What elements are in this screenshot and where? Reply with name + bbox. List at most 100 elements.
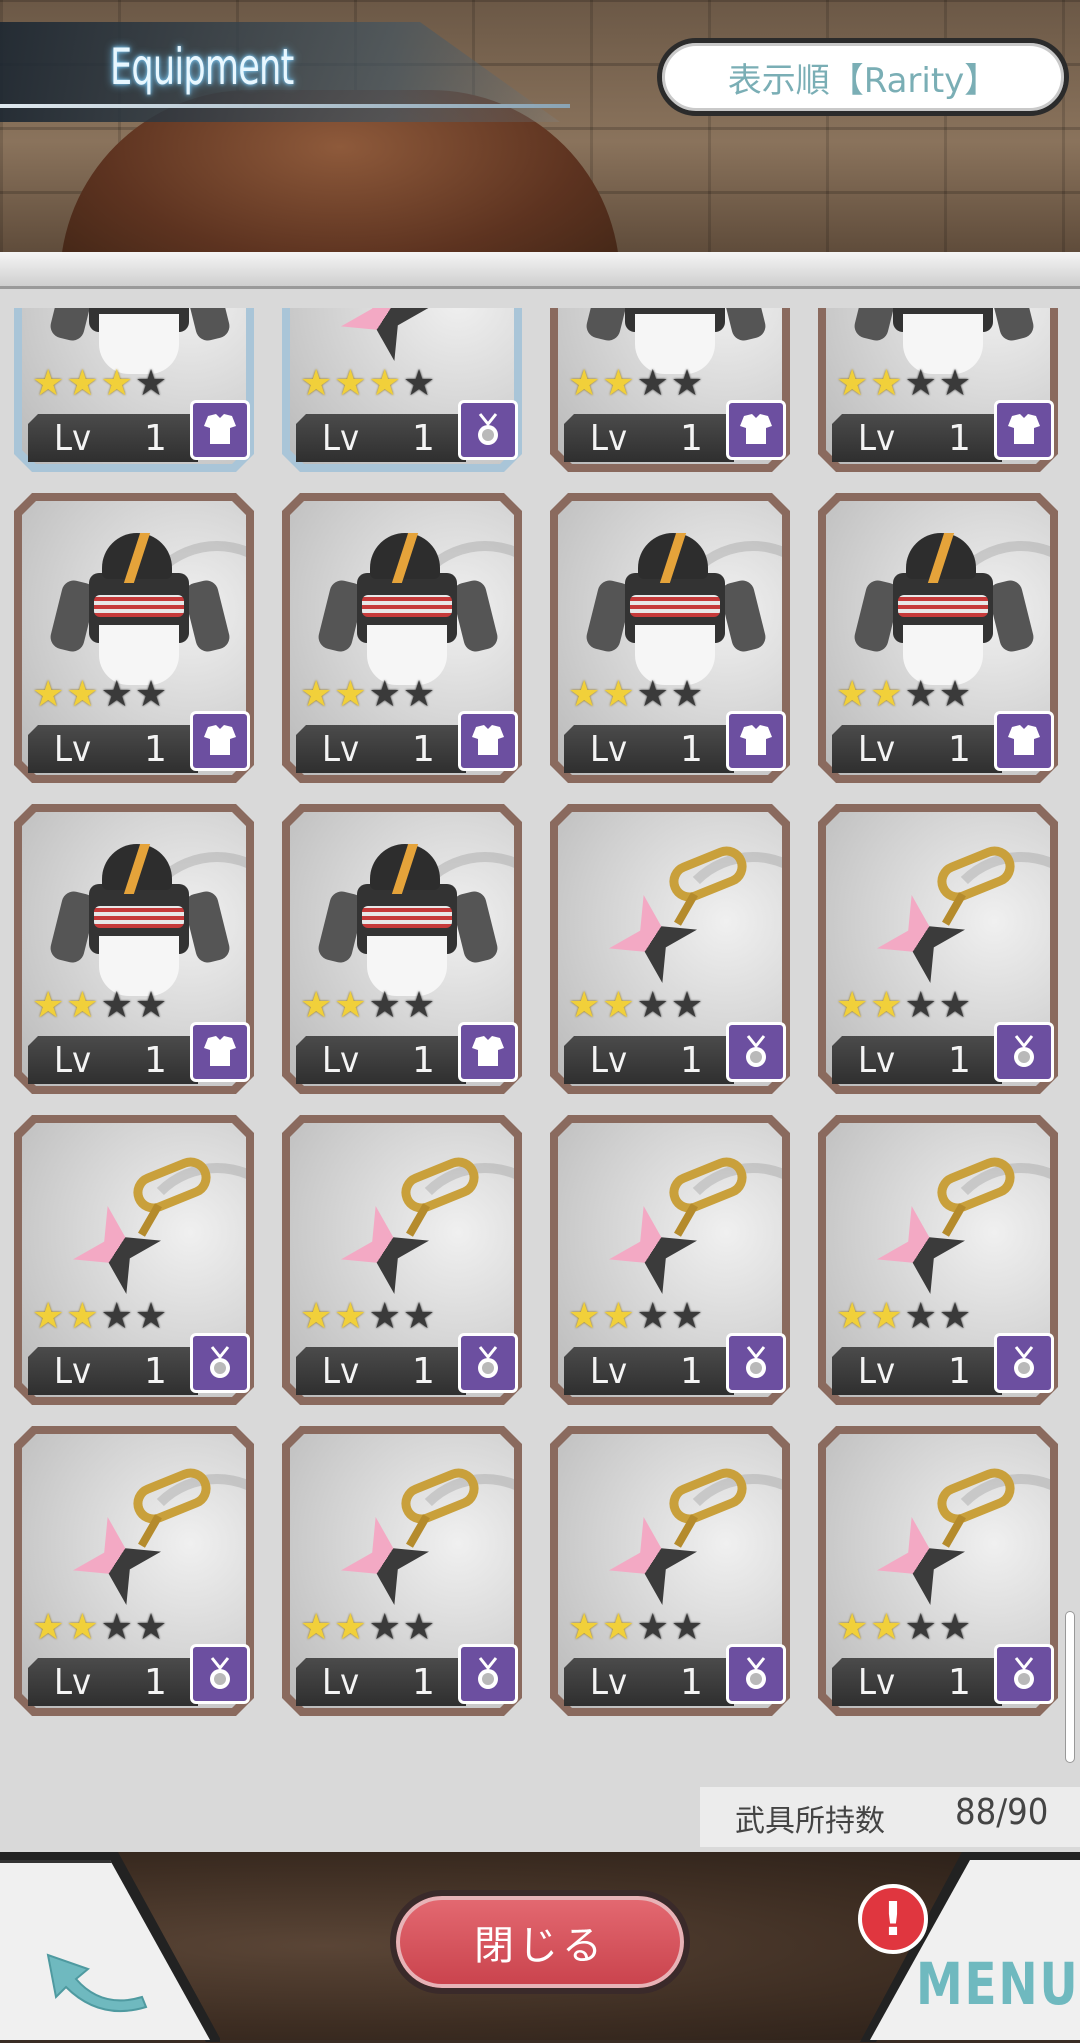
rarity-star-icon: ★ bbox=[300, 674, 333, 715]
rarity-star-icon: ★ bbox=[334, 985, 367, 1026]
rarity-star-icon: ★ bbox=[134, 1607, 168, 1648]
equipment-card[interactable]: ★ ★ ★ ★ Lv 1 bbox=[282, 1115, 522, 1405]
level-value: 1 bbox=[948, 729, 971, 770]
panel-top-edge bbox=[0, 252, 1080, 289]
equipment-card[interactable]: ★ ★ ★ ★ Lv 1 bbox=[550, 1426, 790, 1716]
equipment-card[interactable]: ★ ★ ★ ★ Lv 1 bbox=[550, 804, 790, 1094]
equipment-card[interactable]: ★ ★ ★ ★ Lv 1 bbox=[14, 804, 254, 1094]
rarity-star-icon: ★ bbox=[568, 674, 601, 715]
rarity-stars: ★ ★ ★ ★ bbox=[300, 1297, 500, 1337]
accessory-slot-icon bbox=[458, 1333, 518, 1393]
rarity-star-icon: ★ bbox=[134, 363, 168, 404]
rarity-star-icon: ★ bbox=[938, 674, 972, 715]
level-value: 1 bbox=[680, 1040, 703, 1081]
shuriken-charm-art bbox=[590, 840, 760, 994]
equipment-card[interactable]: ★ ★ ★ ★ Lv 1 bbox=[14, 1115, 254, 1405]
equipment-card[interactable]: ★ ★ ★ ★ Lv 1 bbox=[14, 308, 254, 472]
level-label: Lv bbox=[590, 418, 628, 459]
level-label: Lv bbox=[54, 1040, 92, 1081]
equipment-card[interactable]: ★ ★ ★ ★ Lv 1 bbox=[282, 804, 522, 1094]
equipment-grid[interactable]: ★ ★ ★ ★ Lv 1 ★ ★ ★ ★ Lv 1 ★ ★ ★ ★ Lv 1 ★ ★ ★ ★ Lv 1 ★ ★ ★ ★ Lv 1 ★ ★ ★ ★ L… bbox=[0, 308, 1080, 1788]
equipment-card[interactable]: ★ ★ ★ ★ Lv 1 bbox=[818, 493, 1058, 783]
rarity-star-icon: ★ bbox=[602, 985, 635, 1026]
equipment-card[interactable]: ★ ★ ★ ★ Lv 1 bbox=[818, 1426, 1058, 1716]
rarity-star-icon: ★ bbox=[368, 1296, 401, 1337]
rarity-star-icon: ★ bbox=[836, 1607, 869, 1648]
equipment-card[interactable]: ★ ★ ★ ★ Lv 1 bbox=[282, 1426, 522, 1716]
rarity-star-icon: ★ bbox=[670, 674, 704, 715]
rarity-stars: ★ ★ ★ ★ bbox=[836, 364, 1036, 404]
armor-slot-icon bbox=[458, 711, 518, 771]
sort-order-button[interactable]: 表示順【Rarity】 bbox=[657, 38, 1069, 116]
armor-slot-icon bbox=[190, 400, 250, 460]
rarity-star-icon: ★ bbox=[402, 1607, 436, 1648]
level-label: Lv bbox=[54, 418, 92, 459]
equipment-card[interactable]: ★ ★ ★ ★ Lv 1 bbox=[282, 308, 522, 472]
page-title: Equipment bbox=[110, 38, 294, 96]
ninja-armor-art bbox=[312, 844, 502, 1004]
accessory-slot-icon bbox=[726, 1022, 786, 1082]
rarity-star-icon: ★ bbox=[568, 363, 601, 404]
level-value: 1 bbox=[144, 1662, 167, 1703]
level-value: 1 bbox=[412, 729, 435, 770]
level-label: Lv bbox=[322, 418, 360, 459]
back-arrow-icon[interactable] bbox=[42, 1935, 152, 2015]
rarity-star-icon: ★ bbox=[402, 1296, 436, 1337]
rarity-stars: ★ ★ ★ ★ bbox=[836, 1297, 1036, 1337]
rarity-star-icon: ★ bbox=[870, 1296, 903, 1337]
equipment-card[interactable]: ★ ★ ★ ★ Lv 1 bbox=[818, 1115, 1058, 1405]
equipment-card[interactable]: ★ ★ ★ ★ Lv 1 bbox=[818, 308, 1058, 472]
rarity-star-icon: ★ bbox=[134, 985, 168, 1026]
equipment-card[interactable]: ★ ★ ★ ★ Lv 1 bbox=[818, 804, 1058, 1094]
accessory-slot-icon bbox=[726, 1644, 786, 1704]
rarity-stars: ★ ★ ★ ★ bbox=[836, 675, 1036, 715]
rarity-star-icon: ★ bbox=[100, 363, 133, 404]
level-value: 1 bbox=[144, 418, 167, 459]
scrollbar-thumb[interactable] bbox=[1066, 1612, 1074, 1762]
equipment-card[interactable]: ★ ★ ★ ★ Lv 1 bbox=[550, 493, 790, 783]
ninja-armor-art bbox=[312, 533, 502, 693]
rarity-star-icon: ★ bbox=[870, 1607, 903, 1648]
level-label: Lv bbox=[858, 1040, 896, 1081]
rarity-star-icon: ★ bbox=[670, 1296, 704, 1337]
rarity-stars: ★ ★ ★ ★ bbox=[32, 1297, 232, 1337]
menu-button[interactable]: MENU bbox=[916, 1950, 1079, 2018]
rarity-star-icon: ★ bbox=[904, 363, 937, 404]
level-label: Lv bbox=[322, 1040, 360, 1081]
rarity-stars: ★ ★ ★ ★ bbox=[32, 364, 232, 404]
rarity-star-icon: ★ bbox=[938, 363, 972, 404]
level-label: Lv bbox=[590, 1040, 628, 1081]
accessory-slot-icon bbox=[994, 1644, 1054, 1704]
rarity-star-icon: ★ bbox=[402, 674, 436, 715]
rarity-star-icon: ★ bbox=[100, 674, 133, 715]
equipment-card[interactable]: ★ ★ ★ ★ Lv 1 bbox=[550, 308, 790, 472]
accessory-slot-icon bbox=[458, 1644, 518, 1704]
level-label: Lv bbox=[590, 1351, 628, 1392]
rarity-star-icon: ★ bbox=[870, 363, 903, 404]
rarity-star-icon: ★ bbox=[300, 1607, 333, 1648]
level-label: Lv bbox=[322, 1351, 360, 1392]
rarity-star-icon: ★ bbox=[636, 1296, 669, 1337]
rarity-star-icon: ★ bbox=[32, 1296, 65, 1337]
rarity-stars: ★ ★ ★ ★ bbox=[300, 986, 500, 1026]
rarity-star-icon: ★ bbox=[300, 1296, 333, 1337]
ninja-armor-art bbox=[848, 533, 1038, 693]
level-value: 1 bbox=[680, 1662, 703, 1703]
rarity-star-icon: ★ bbox=[636, 1607, 669, 1648]
shuriken-charm-art bbox=[322, 1462, 492, 1616]
equipment-card[interactable]: ★ ★ ★ ★ Lv 1 bbox=[14, 1426, 254, 1716]
equipment-card[interactable]: ★ ★ ★ ★ Lv 1 bbox=[550, 1115, 790, 1405]
rarity-stars: ★ ★ ★ ★ bbox=[568, 675, 768, 715]
rarity-star-icon: ★ bbox=[938, 1296, 972, 1337]
ninja-armor-art bbox=[44, 533, 234, 693]
equipment-card[interactable]: ★ ★ ★ ★ Lv 1 bbox=[14, 493, 254, 783]
rarity-star-icon: ★ bbox=[904, 674, 937, 715]
equipment-card[interactable]: ★ ★ ★ ★ Lv 1 bbox=[282, 493, 522, 783]
rarity-star-icon: ★ bbox=[32, 1607, 65, 1648]
rarity-star-icon: ★ bbox=[602, 1296, 635, 1337]
rarity-star-icon: ★ bbox=[66, 1296, 99, 1337]
rarity-star-icon: ★ bbox=[32, 363, 65, 404]
level-label: Lv bbox=[858, 418, 896, 459]
close-button[interactable]: 閉じる bbox=[390, 1890, 690, 1994]
rarity-star-icon: ★ bbox=[670, 363, 704, 404]
